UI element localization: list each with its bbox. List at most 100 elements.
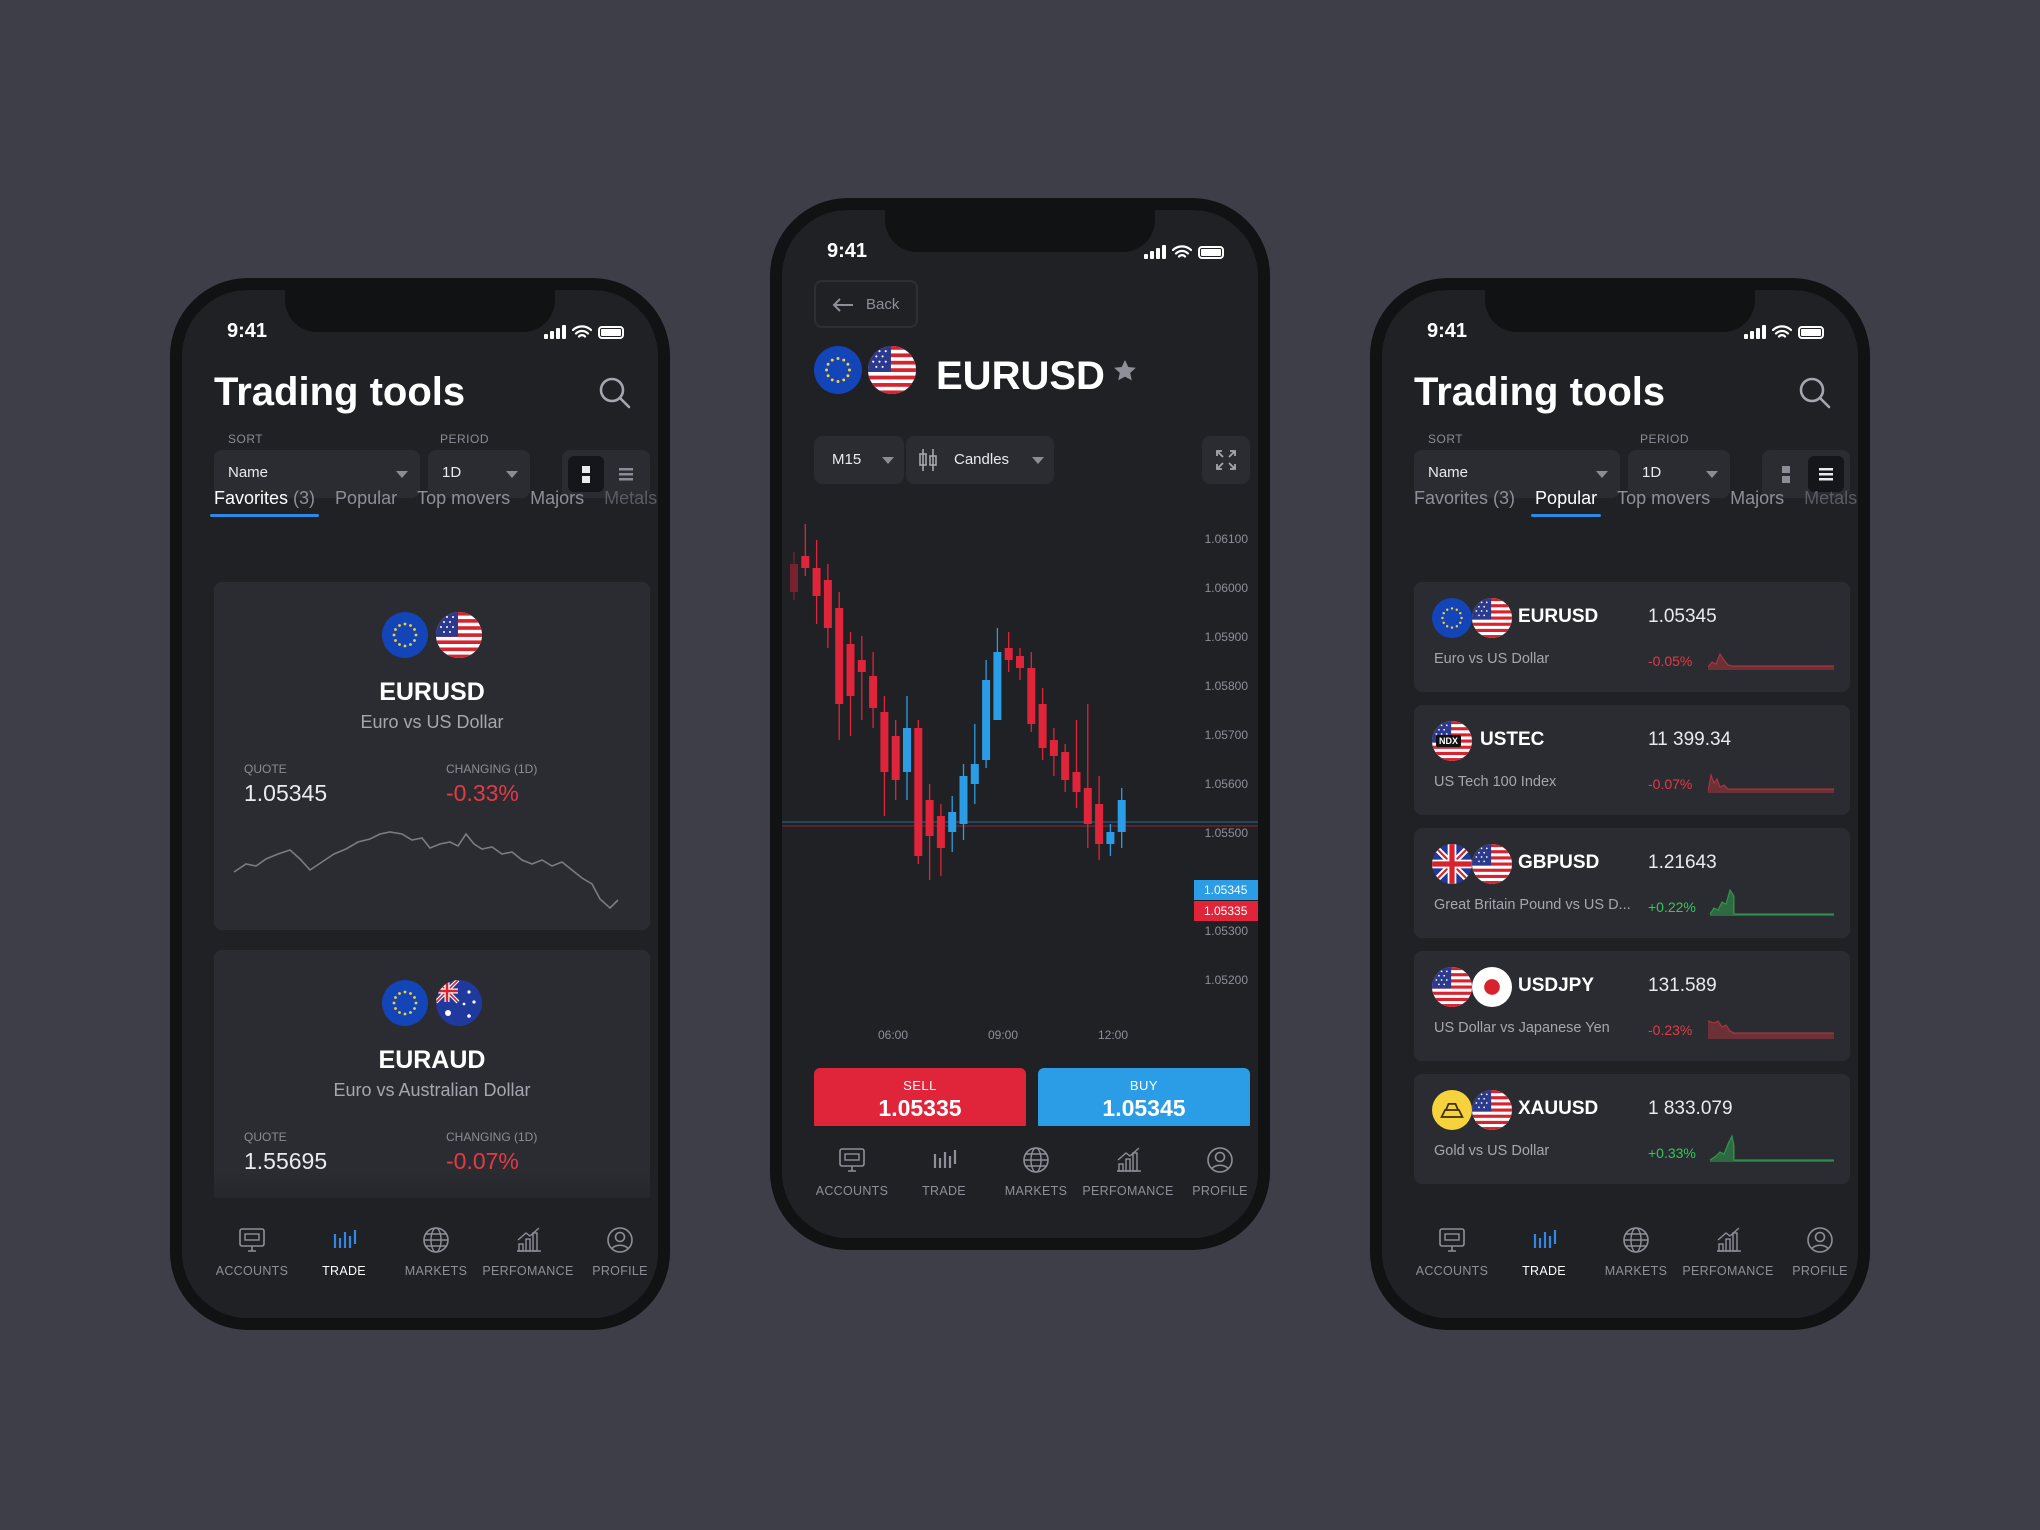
tab-popular[interactable]: Popular xyxy=(335,488,397,517)
y-tick: 1.05500 xyxy=(1204,826,1248,840)
chart-type-value: Candles xyxy=(954,451,1010,468)
candle xyxy=(846,632,855,736)
status-time: 9:41 xyxy=(1427,320,1468,342)
signal-icon xyxy=(1144,245,1166,259)
instrument-description: Euro vs Australian Dollar xyxy=(333,1080,531,1100)
y-tick: 1.06100 xyxy=(1204,532,1248,546)
chevron-down-icon xyxy=(1706,471,1718,478)
tab-metals[interactable]: Metals xyxy=(604,488,657,517)
candle xyxy=(1016,648,1024,680)
candlestick-chart[interactable] xyxy=(782,500,1258,900)
instrument-price: 11 399.34 xyxy=(1648,729,1732,750)
sell-button[interactable]: SELL 1.05335 xyxy=(814,1068,1026,1130)
candle xyxy=(1004,632,1013,672)
us-flag-icon xyxy=(1432,967,1472,1007)
status-time: 9:41 xyxy=(227,320,268,342)
notch xyxy=(1485,290,1755,332)
list-view-button[interactable] xyxy=(1808,456,1844,492)
candle xyxy=(801,524,810,576)
chevron-down-icon xyxy=(396,471,408,478)
nav-performance[interactable]: PERFOMANCE xyxy=(1682,1224,1774,1278)
candle-body xyxy=(790,564,798,592)
instrument-symbol: USDJPY xyxy=(1518,975,1595,996)
profile-icon xyxy=(604,1224,636,1256)
instrument-row[interactable]: GBPUSD 1.21643 Great Britain Pound vs US… xyxy=(1414,828,1850,938)
tab-majors[interactable]: Majors xyxy=(1730,488,1784,517)
nav-profile[interactable]: PROFILE xyxy=(1174,1144,1258,1198)
card-view-icon xyxy=(582,466,590,483)
list-view-icon xyxy=(1819,468,1833,481)
nav-markets[interactable]: MARKETS xyxy=(1590,1224,1682,1278)
card-view-button[interactable] xyxy=(1768,456,1804,492)
nav-accounts[interactable]: ACCOUNTS xyxy=(206,1224,298,1278)
chevron-down-icon xyxy=(1032,457,1044,464)
candle-body xyxy=(857,660,866,672)
buy-button[interactable]: BUY 1.05345 xyxy=(1038,1068,1250,1130)
tab-favorites[interactable]: Favorites (3) xyxy=(209,488,320,517)
mini-sparkline xyxy=(1709,888,1834,916)
search-icon[interactable] xyxy=(598,376,632,410)
buy-price: 1.05345 xyxy=(1102,1095,1186,1121)
nav-performance[interactable]: PERFOMANCE xyxy=(482,1224,574,1278)
search-icon[interactable] xyxy=(1798,376,1832,410)
tab-metals[interactable]: Metals xyxy=(1804,488,1857,517)
card-view-button[interactable] xyxy=(568,456,604,492)
nav-profile[interactable]: PROFILE xyxy=(574,1224,658,1278)
nav-trade[interactable]: TRADE xyxy=(298,1224,390,1278)
candle-body xyxy=(936,816,945,848)
left-phone: 9:41 Trading tools SORT Name PERIOD 1D F… xyxy=(170,278,670,1330)
nav-performance-label: PERFOMANCE xyxy=(1082,1184,1174,1198)
battery-icon xyxy=(1798,326,1824,339)
instrument-symbol: EURAUD xyxy=(378,1046,486,1074)
tab-majors[interactable]: Majors xyxy=(530,488,584,517)
tab-favorites[interactable]: Favorites (3) xyxy=(1414,488,1515,517)
tab-popular[interactable]: Popular xyxy=(1531,488,1602,517)
nav-markets[interactable]: MARKETS xyxy=(990,1144,1082,1198)
signal-icon xyxy=(1744,325,1766,339)
performance-icon xyxy=(512,1224,544,1256)
nav-trade[interactable]: TRADE xyxy=(898,1144,990,1198)
nav-accounts[interactable]: ACCOUNTS xyxy=(1406,1224,1498,1278)
nav-markets[interactable]: MARKETS xyxy=(390,1224,482,1278)
instrument-row[interactable]: XAUUSD 1 833.079 Gold vs US Dollar +0.33… xyxy=(1414,1074,1850,1184)
list-view-button[interactable] xyxy=(608,456,644,492)
buy-price-tag: 1.05345 xyxy=(1194,880,1258,900)
candle xyxy=(1027,652,1036,732)
tab-top-movers[interactable]: Top movers xyxy=(417,488,510,517)
instrument-row[interactable]: EURUSD 1.05345 Euro vs US Dollar -0.05% xyxy=(1414,582,1850,692)
fullscreen-button[interactable] xyxy=(1202,436,1250,484)
back-button[interactable]: Back xyxy=(814,280,918,328)
candle-body xyxy=(1061,752,1070,780)
sort-label: SORT xyxy=(1428,432,1464,446)
timeframe-value: M15 xyxy=(832,451,862,468)
nav-trade-label: TRADE xyxy=(1522,1264,1566,1278)
candle xyxy=(880,696,889,816)
globe-icon xyxy=(1020,1144,1052,1176)
star-icon[interactable] xyxy=(1112,358,1138,384)
instrument-row[interactable]: NDX USTEC 11 399.34 US Tech 100 Index -0… xyxy=(1414,705,1850,815)
y-tick: 1.05700 xyxy=(1204,728,1248,742)
chart-type-select[interactable]: Candles xyxy=(906,436,1054,484)
instrument-row[interactable]: USDJPY 131.589 US Dollar vs Japanese Yen… xyxy=(1414,951,1850,1061)
instrument-price: 1.05345 xyxy=(1648,606,1717,627)
instrument-card[interactable]: EURUSD Euro vs US Dollar QUOTE 1.05345 C… xyxy=(214,582,650,930)
sell-price: 1.05335 xyxy=(878,1095,962,1121)
change-value: +0.22% xyxy=(1648,899,1696,915)
candle xyxy=(1117,788,1126,848)
tab-top-movers[interactable]: Top movers xyxy=(1617,488,1710,517)
performance-icon xyxy=(1112,1144,1144,1176)
change-value: -0.23% xyxy=(1648,1022,1693,1038)
candle-body xyxy=(970,764,979,784)
nav-profile[interactable]: PROFILE xyxy=(1774,1224,1858,1278)
eu-flag-icon xyxy=(382,980,428,1026)
nav-performance[interactable]: PERFOMANCE xyxy=(1082,1144,1174,1198)
nav-trade[interactable]: TRADE xyxy=(1498,1224,1590,1278)
right-phone: 9:41 Trading tools SORT Name PERIOD 1D F… xyxy=(1370,278,1870,1330)
candle xyxy=(970,724,979,804)
candle-body xyxy=(959,776,968,824)
candle xyxy=(948,796,957,852)
price-sparkline xyxy=(233,831,619,910)
timeframe-select[interactable]: M15 xyxy=(814,436,904,484)
nav-accounts[interactable]: ACCOUNTS xyxy=(806,1144,898,1198)
candle xyxy=(1072,720,1081,808)
